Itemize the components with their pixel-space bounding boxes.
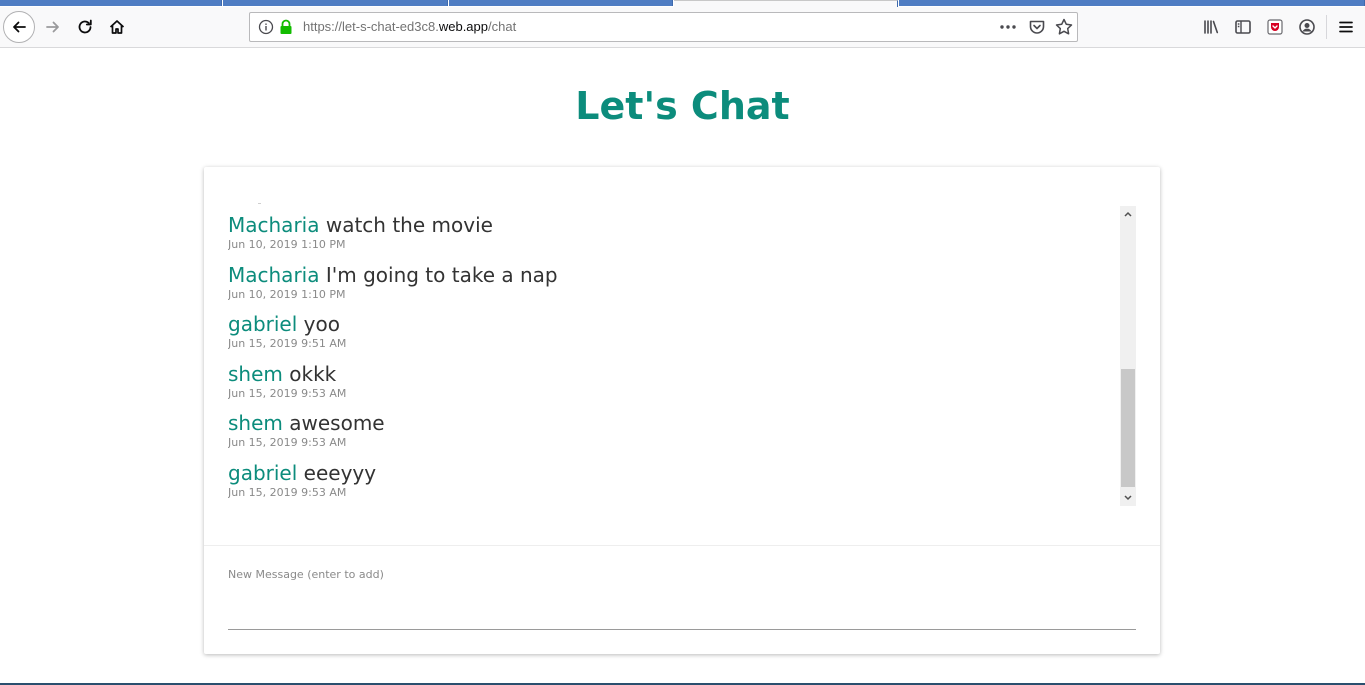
message-list[interactable]: Macharia watch the movie Jun 10, 2019 1:…: [228, 207, 1136, 506]
message-text: watch the movie: [325, 213, 493, 237]
message-timestamp: Jun 15, 2019 9:53 AM: [228, 436, 347, 449]
browser-tab[interactable]: [449, 0, 673, 6]
url-host: web.app: [438, 19, 488, 34]
message-author: gabriel: [228, 461, 298, 485]
browser-tab[interactable]: [899, 0, 1365, 6]
lock-icon[interactable]: [279, 19, 293, 35]
account-icon: [1299, 19, 1315, 35]
tab-strip: [0, 0, 1365, 7]
list-item: gabriel eeeyyy Jun 15, 2019 9:53 AM: [228, 461, 376, 500]
scroll-thumb[interactable]: [1121, 369, 1135, 487]
message-timestamp: Jun 15, 2019 9:51 AM: [228, 337, 347, 350]
url-path: /chat: [488, 19, 517, 34]
message-timestamp: Jun 10, 2019 1:10 PM: [228, 288, 346, 301]
new-message-label: New Message (enter to add): [228, 568, 384, 581]
star-icon[interactable]: [1054, 17, 1074, 37]
message-text: awesome: [289, 411, 385, 435]
new-message-input[interactable]: [228, 587, 1136, 630]
library-icon: [1204, 20, 1219, 34]
chevron-up-icon: [1124, 211, 1132, 217]
sidebar-button[interactable]: [1233, 17, 1253, 37]
page-title: Let's Chat: [575, 84, 790, 128]
account-button[interactable]: [1297, 17, 1317, 37]
message-author: shem: [228, 411, 283, 435]
pocket-extension-button[interactable]: [1265, 17, 1285, 37]
forward-icon: [46, 21, 59, 33]
message-text: I'm going to take a nap: [325, 263, 558, 287]
message-text: yoo: [303, 312, 340, 336]
pocket-save-icon: [1267, 19, 1283, 35]
browser-tab-active[interactable]: [674, 0, 898, 7]
message-timestamp: Jun 10, 2019 1:10 PM: [228, 238, 346, 251]
scroll-up-button[interactable]: [1120, 206, 1136, 222]
forward-button[interactable]: [37, 11, 69, 43]
message-text: okkk: [289, 362, 337, 386]
message-text: eeeyyy: [303, 461, 377, 485]
list-item: gabriel yoo Jun 15, 2019 9:51 AM: [228, 312, 346, 351]
menu-button[interactable]: [1336, 17, 1356, 37]
browser-tab[interactable]: [0, 0, 222, 6]
reload-button[interactable]: [69, 11, 101, 43]
message-timestamp: Jun 15, 2019 9:53 AM: [228, 387, 347, 400]
info-icon[interactable]: [258, 19, 274, 35]
chevron-down-icon: [1124, 495, 1132, 501]
message-author: gabriel: [228, 312, 298, 336]
divider: [204, 545, 1160, 546]
reload-icon: [78, 19, 92, 34]
toolbar-separator: [1326, 15, 1327, 39]
more-icon[interactable]: [998, 17, 1018, 37]
url-text[interactable]: https://let-s-chat-ed3c8.web.app/chat: [303, 19, 516, 34]
message-author: shem: [228, 362, 283, 386]
scroll-down-button[interactable]: [1120, 490, 1136, 506]
clipped-message-remnant: [258, 203, 261, 204]
list-item: Macharia I'm going to take a nap Jun 10,…: [228, 263, 558, 302]
list-item: shem okkk Jun 15, 2019 9:53 AM: [228, 362, 346, 401]
back-icon: [13, 21, 26, 33]
home-icon: [109, 20, 125, 34]
message-author: Macharia: [228, 263, 320, 287]
back-button[interactable]: [3, 11, 35, 43]
list-item: shem awesome Jun 15, 2019 9:53 AM: [228, 411, 385, 450]
browser-tab[interactable]: [223, 0, 448, 6]
pocket-icon[interactable]: [1028, 18, 1046, 36]
chat-card: Macharia watch the movie Jun 10, 2019 1:…: [204, 167, 1160, 654]
message-author: Macharia: [228, 213, 320, 237]
message-timestamp: Jun 15, 2019 9:53 AM: [228, 486, 347, 499]
navigation-toolbar: https://let-s-chat-ed3c8.web.app/chat: [0, 7, 1365, 48]
address-bar[interactable]: https://let-s-chat-ed3c8.web.app/chat: [249, 12, 1078, 42]
menu-icon: [1339, 21, 1353, 33]
sidebar-icon: [1235, 20, 1251, 34]
home-button[interactable]: [101, 11, 133, 43]
message-scrollbar[interactable]: [1120, 206, 1136, 506]
list-item: Macharia watch the movie Jun 10, 2019 1:…: [228, 213, 493, 252]
url-prefix: https://let-s-chat-ed3c8.: [303, 19, 439, 34]
library-button[interactable]: [1201, 17, 1221, 37]
